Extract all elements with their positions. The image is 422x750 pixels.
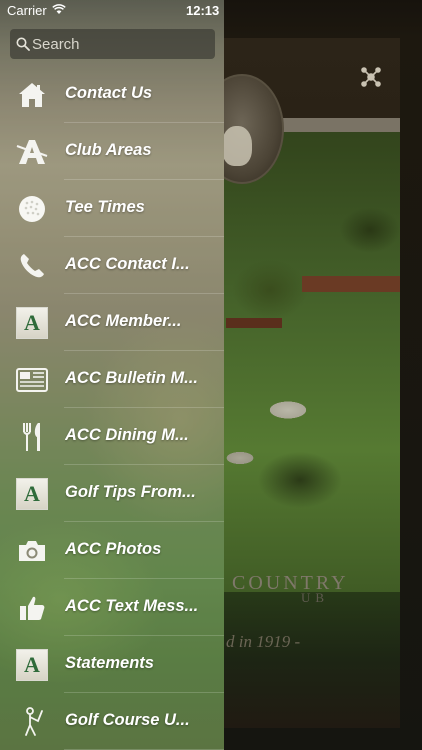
acc-logo-icon: A xyxy=(16,649,48,681)
clubhouse-roof xyxy=(226,318,282,328)
club-suffix-text: UB xyxy=(300,590,330,605)
menu-item-label: Golf Course U... xyxy=(65,711,190,729)
menu-item-acc-photos[interactable]: ACC Photos xyxy=(0,522,224,579)
menu-item-club-areas[interactable]: Club Areas xyxy=(0,123,224,180)
search-bar[interactable] xyxy=(10,29,215,59)
camera-icon xyxy=(16,535,48,567)
logo-letter: A xyxy=(16,649,48,681)
phone-icon xyxy=(16,250,48,282)
house-icon xyxy=(16,79,48,111)
menu-item-contact-us[interactable]: Contact Us xyxy=(0,66,224,123)
menu-item-label: Statements xyxy=(65,654,154,672)
newspaper-icon xyxy=(16,364,48,396)
crest-bird-icon xyxy=(222,126,252,166)
menu-list: Contact Us Club Areas Tee Times ACC Cont… xyxy=(0,66,224,750)
acc-logo-icon: A xyxy=(16,307,48,339)
logo-letter: A xyxy=(16,307,48,339)
menu-item-label: ACC Contact I... xyxy=(65,255,190,273)
search-input[interactable] xyxy=(32,29,212,59)
menu-item-statements[interactable]: A Statements xyxy=(0,636,224,693)
fork-knife-icon xyxy=(16,421,48,453)
share-network-icon[interactable] xyxy=(360,66,382,88)
status-bar: Carrier 12:13 xyxy=(0,0,422,22)
menu-item-golf-course-updates[interactable]: Golf Course U... xyxy=(0,693,224,750)
menu-item-golf-tips[interactable]: A Golf Tips From... xyxy=(0,465,224,522)
club-areas-icon xyxy=(16,136,48,168)
menu-item-label: ACC Member... xyxy=(65,312,182,330)
wifi-icon xyxy=(52,4,66,14)
acc-logo-icon: A xyxy=(16,478,48,510)
menu-item-label: ACC Dining M... xyxy=(65,426,189,444)
golf-course-photo xyxy=(224,132,400,592)
menu-item-acc-bulletin[interactable]: ACC Bulletin M... xyxy=(0,351,224,408)
logo-letter: A xyxy=(16,478,48,510)
thumbs-up-icon xyxy=(16,592,48,624)
golf-ball-icon xyxy=(16,193,48,225)
menu-item-acc-contact[interactable]: ACC Contact I... xyxy=(0,237,224,294)
founded-text: d in 1919 - xyxy=(226,632,301,651)
menu-item-label: Contact Us xyxy=(65,84,153,102)
menu-item-label: Club Areas xyxy=(65,141,152,159)
clock: 12:13 xyxy=(186,3,220,18)
menu-item-label: ACC Photos xyxy=(65,540,162,558)
search-icon xyxy=(16,37,30,51)
clubhouse-roof xyxy=(302,276,400,292)
menu-item-label: Golf Tips From... xyxy=(65,483,196,501)
menu-item-acc-text-messages[interactable]: ACC Text Mess... xyxy=(0,579,224,636)
menu-item-tee-times[interactable]: Tee Times xyxy=(0,180,224,237)
golfer-icon xyxy=(16,706,48,738)
menu-item-label: Tee Times xyxy=(65,198,145,216)
menu-item-acc-member[interactable]: A ACC Member... xyxy=(0,294,224,351)
carrier-label: Carrier xyxy=(7,3,47,18)
menu-item-label: ACC Text Mess... xyxy=(65,597,199,615)
menu-item-label: ACC Bulletin M... xyxy=(65,369,198,387)
menu-item-acc-dining[interactable]: ACC Dining M... xyxy=(0,408,224,465)
